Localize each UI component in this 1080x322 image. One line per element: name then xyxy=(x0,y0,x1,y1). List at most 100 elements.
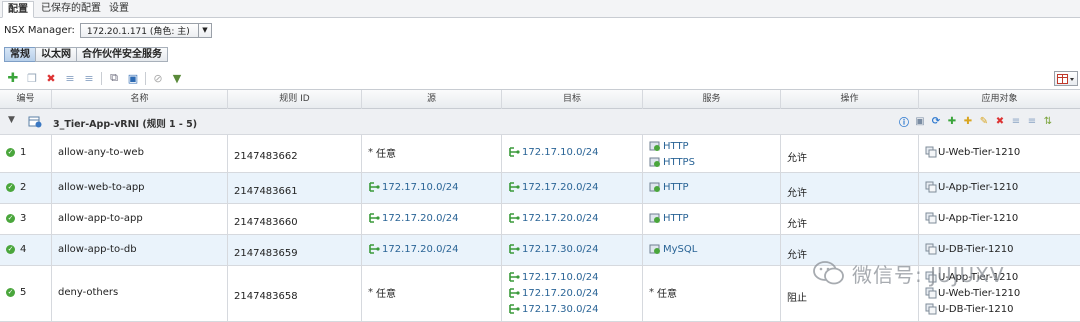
num-entry: ✓ 4 xyxy=(6,241,45,257)
cell-applied-to[interactable]: U-App-Tier-1210 xyxy=(919,173,1080,203)
source-text[interactable]: 172.17.20.0/24 xyxy=(382,213,459,224)
table-row[interactable]: ✓ 1 allow-any-to-web 2147483662 * 任意 172.17.10… xyxy=(0,135,1080,173)
source-text[interactable]: 172.17.20.0/24 xyxy=(382,244,459,255)
source-text[interactable]: 172.17.10.0/24 xyxy=(382,182,459,193)
cell-source[interactable]: * 任意 xyxy=(362,266,502,321)
cell-service[interactable]: HTTP xyxy=(643,173,781,203)
move-up-icon[interactable]: ≡ xyxy=(63,71,77,85)
cell-num[interactable]: ✓ 2 xyxy=(0,173,52,203)
cell-source[interactable]: 172.17.20.0/24 xyxy=(362,235,502,265)
cell-rule-id[interactable]: 2147483661 xyxy=(228,173,362,203)
cell-target[interactable]: 172.17.10.0/24 xyxy=(502,135,643,172)
table-row[interactable]: ✓ 2 allow-web-to-app 2147483661 172.17.10.0/… xyxy=(0,173,1080,204)
cell-source[interactable]: 172.17.20.0/24 xyxy=(362,204,502,234)
cell-target[interactable]: 172.17.20.0/24 xyxy=(502,204,643,234)
manager-select[interactable]: 172.20.1.171 (角色: 主) ▼ xyxy=(79,22,212,38)
delete-icon[interactable]: ✖ xyxy=(44,71,58,85)
cell-target[interactable]: 172.17.30.0/24 xyxy=(502,235,643,265)
copy-icon[interactable]: ❐ xyxy=(25,71,39,85)
cell-rule-id[interactable]: 2147483658 xyxy=(228,266,362,321)
enabled-check-icon[interactable]: ✓ xyxy=(6,182,15,192)
cell-num[interactable]: ✓ 4 xyxy=(0,235,52,265)
cell-service[interactable]: HTTP xyxy=(643,204,781,234)
tab-settings[interactable]: 设置 xyxy=(104,1,134,18)
cell-num[interactable]: ✓ 1 xyxy=(0,135,52,172)
service-text[interactable]: MySQL xyxy=(663,244,697,255)
layout-options-button[interactable] xyxy=(1054,71,1078,86)
rule-id-text: 2147483659 xyxy=(234,247,298,259)
chevron-down-icon[interactable]: ▼ xyxy=(197,23,211,37)
cell-service[interactable]: MySQL xyxy=(643,235,781,265)
cell-action[interactable]: 允许 xyxy=(781,135,919,172)
subtab-general[interactable]: 常规 xyxy=(4,47,36,62)
target-text[interactable]: 172.17.20.0/24 xyxy=(522,288,599,299)
publish-icon[interactable]: ⧉ xyxy=(107,71,121,85)
target-text[interactable]: 172.17.10.0/24 xyxy=(522,147,599,158)
col-header-action[interactable]: 操作 xyxy=(781,90,919,109)
cell-service[interactable]: HTTP HTTPS xyxy=(643,135,781,172)
service-text[interactable]: HTTP xyxy=(663,182,689,193)
col-header-name[interactable]: 名称 xyxy=(52,90,228,109)
cell-rule-id[interactable]: 2147483659 xyxy=(228,235,362,265)
target-text[interactable]: 172.17.20.0/24 xyxy=(522,213,599,224)
clear-filter-icon[interactable]: ⊘ xyxy=(151,71,165,85)
save-icon[interactable]: ▣ xyxy=(914,115,926,128)
target-text[interactable]: 172.17.10.0/24 xyxy=(522,272,599,283)
enabled-check-icon[interactable]: ✓ xyxy=(6,213,15,223)
cell-rule-id[interactable]: 2147483660 xyxy=(228,204,362,234)
cell-name[interactable]: allow-app-to-db xyxy=(52,235,228,265)
cell-num[interactable]: ✓ 5 xyxy=(0,266,52,321)
cell-action[interactable]: 允许 xyxy=(781,173,919,203)
cell-num[interactable]: ✓ 3 xyxy=(0,204,52,234)
target-text[interactable]: 172.17.30.0/24 xyxy=(522,304,599,315)
tab-saved-config[interactable]: 已保存的配置 xyxy=(36,1,106,18)
target-text[interactable]: 172.17.20.0/24 xyxy=(522,182,599,193)
col-header-rule-id[interactable]: 规则 ID xyxy=(228,90,362,109)
enabled-check-icon[interactable]: ✓ xyxy=(6,287,15,297)
col-header-source[interactable]: 源 xyxy=(362,90,502,109)
move-up-icon[interactable]: ≡ xyxy=(1010,115,1022,128)
cell-target[interactable]: 172.17.20.0/24 xyxy=(502,173,643,203)
cell-applied-to[interactable]: U-App-Tier-1210 xyxy=(919,204,1080,234)
subtab-partner-security[interactable]: 合作伙伴安全服务 xyxy=(76,47,168,62)
cell-name[interactable]: deny-others xyxy=(52,266,228,321)
cell-applied-to[interactable]: U-Web-Tier-1210 xyxy=(919,135,1080,172)
col-header-service[interactable]: 服务 xyxy=(643,90,781,109)
cell-target[interactable]: 172.17.10.0/24 172.17.20.0/24 172.17.30.0/… xyxy=(502,266,643,321)
move-down-icon[interactable]: ≡ xyxy=(82,71,96,85)
merge-icon[interactable]: ⇅ xyxy=(1042,115,1054,128)
filter-icon[interactable]: ▼ xyxy=(170,71,184,85)
export-icon[interactable]: ▣ xyxy=(126,71,140,85)
add-icon[interactable]: ✚ xyxy=(6,71,20,86)
col-header-number[interactable]: 编号 xyxy=(0,90,52,109)
subtab-ethernet[interactable]: 以太网 xyxy=(35,47,77,62)
enabled-check-icon[interactable]: ✓ xyxy=(6,147,15,157)
cell-source[interactable]: 172.17.10.0/24 xyxy=(362,173,502,203)
cell-name[interactable]: allow-any-to-web xyxy=(52,135,228,172)
refresh-icon[interactable]: ⟳ xyxy=(930,115,942,128)
section-header[interactable]: ▼ 3_Tier-App-vRNI (规则 1 - 5) ⓘ ▣ ⟳ ✚ ✚ ✎… xyxy=(0,109,1080,135)
collapse-triangle-icon[interactable]: ▼ xyxy=(8,115,15,125)
cell-name[interactable]: allow-web-to-app xyxy=(52,173,228,203)
add-section-icon[interactable]: ✚ xyxy=(962,115,974,128)
service-text[interactable]: HTTPS xyxy=(663,157,695,168)
add-rule-icon[interactable]: ✚ xyxy=(946,115,958,128)
col-header-target[interactable]: 目标 xyxy=(502,90,643,109)
enabled-check-icon[interactable]: ✓ xyxy=(6,244,15,254)
cell-name[interactable]: allow-app-to-app xyxy=(52,204,228,234)
service-text[interactable]: HTTP xyxy=(663,141,689,152)
cell-action[interactable]: 允许 xyxy=(781,204,919,234)
table-row[interactable]: ✓ 3 allow-app-to-app 2147483660 172.17.20.0/… xyxy=(0,204,1080,235)
edit-icon[interactable]: ✎ xyxy=(978,115,990,128)
cell-service[interactable]: * 任意 xyxy=(643,266,781,321)
cell-rule-id[interactable]: 2147483662 xyxy=(228,135,362,172)
move-down-icon[interactable]: ≡ xyxy=(1026,115,1038,128)
info-icon[interactable]: ⓘ xyxy=(898,115,910,129)
service-text[interactable]: HTTP xyxy=(663,213,689,224)
delete-section-icon[interactable]: ✖ xyxy=(994,115,1006,128)
cell-source[interactable]: * 任意 xyxy=(362,135,502,172)
tab-config[interactable]: 配置 xyxy=(2,1,34,18)
col-header-applied-to[interactable]: 应用对象 xyxy=(919,90,1080,109)
num-text: 3 xyxy=(20,212,27,224)
target-text[interactable]: 172.17.30.0/24 xyxy=(522,244,599,255)
